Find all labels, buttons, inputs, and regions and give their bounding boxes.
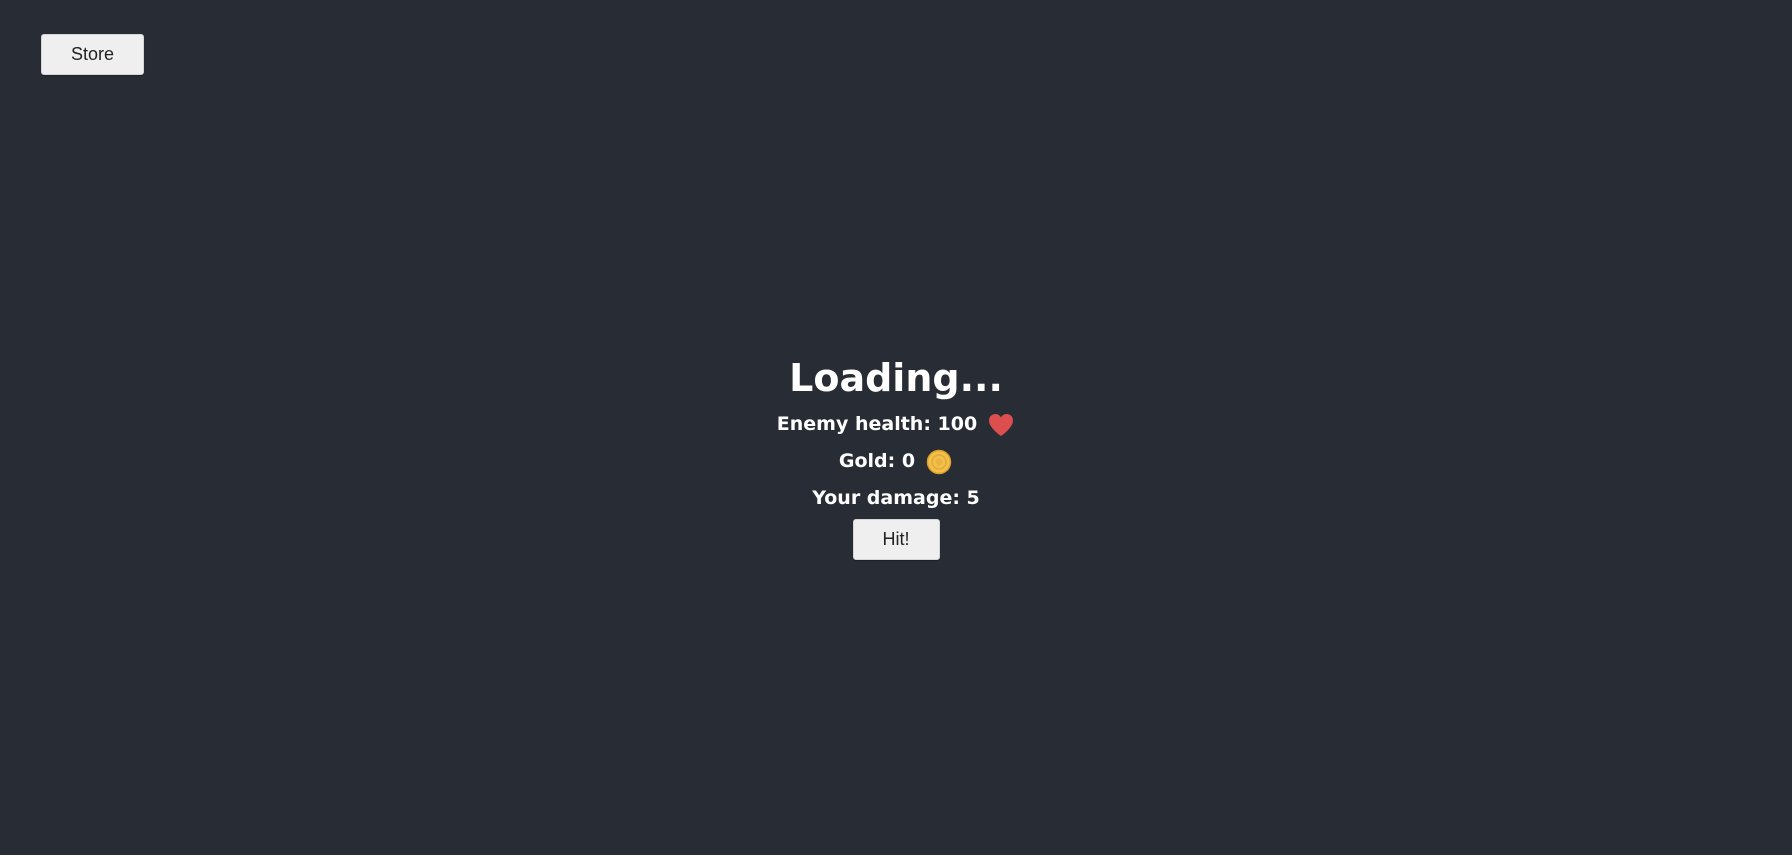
gold-row: Gold: 0 xyxy=(0,443,1792,480)
store-button[interactable]: Store xyxy=(41,34,144,75)
damage-text: Your damage: 5 xyxy=(812,487,980,509)
gold-text: Gold: 0 xyxy=(838,450,916,472)
enemy-health-row: Enemy health: 100 xyxy=(0,406,1792,443)
heart-icon xyxy=(987,411,1015,439)
coin-icon xyxy=(925,448,953,476)
hit-button[interactable]: Hit! xyxy=(852,519,940,560)
damage-row: Your damage: 5 xyxy=(0,480,1792,517)
page-title: Loading... xyxy=(789,356,1003,400)
game-panel: Loading... Enemy health: 100 Gold: 0 You… xyxy=(0,350,1792,560)
enemy-health-text: Enemy health: 100 xyxy=(776,413,978,435)
